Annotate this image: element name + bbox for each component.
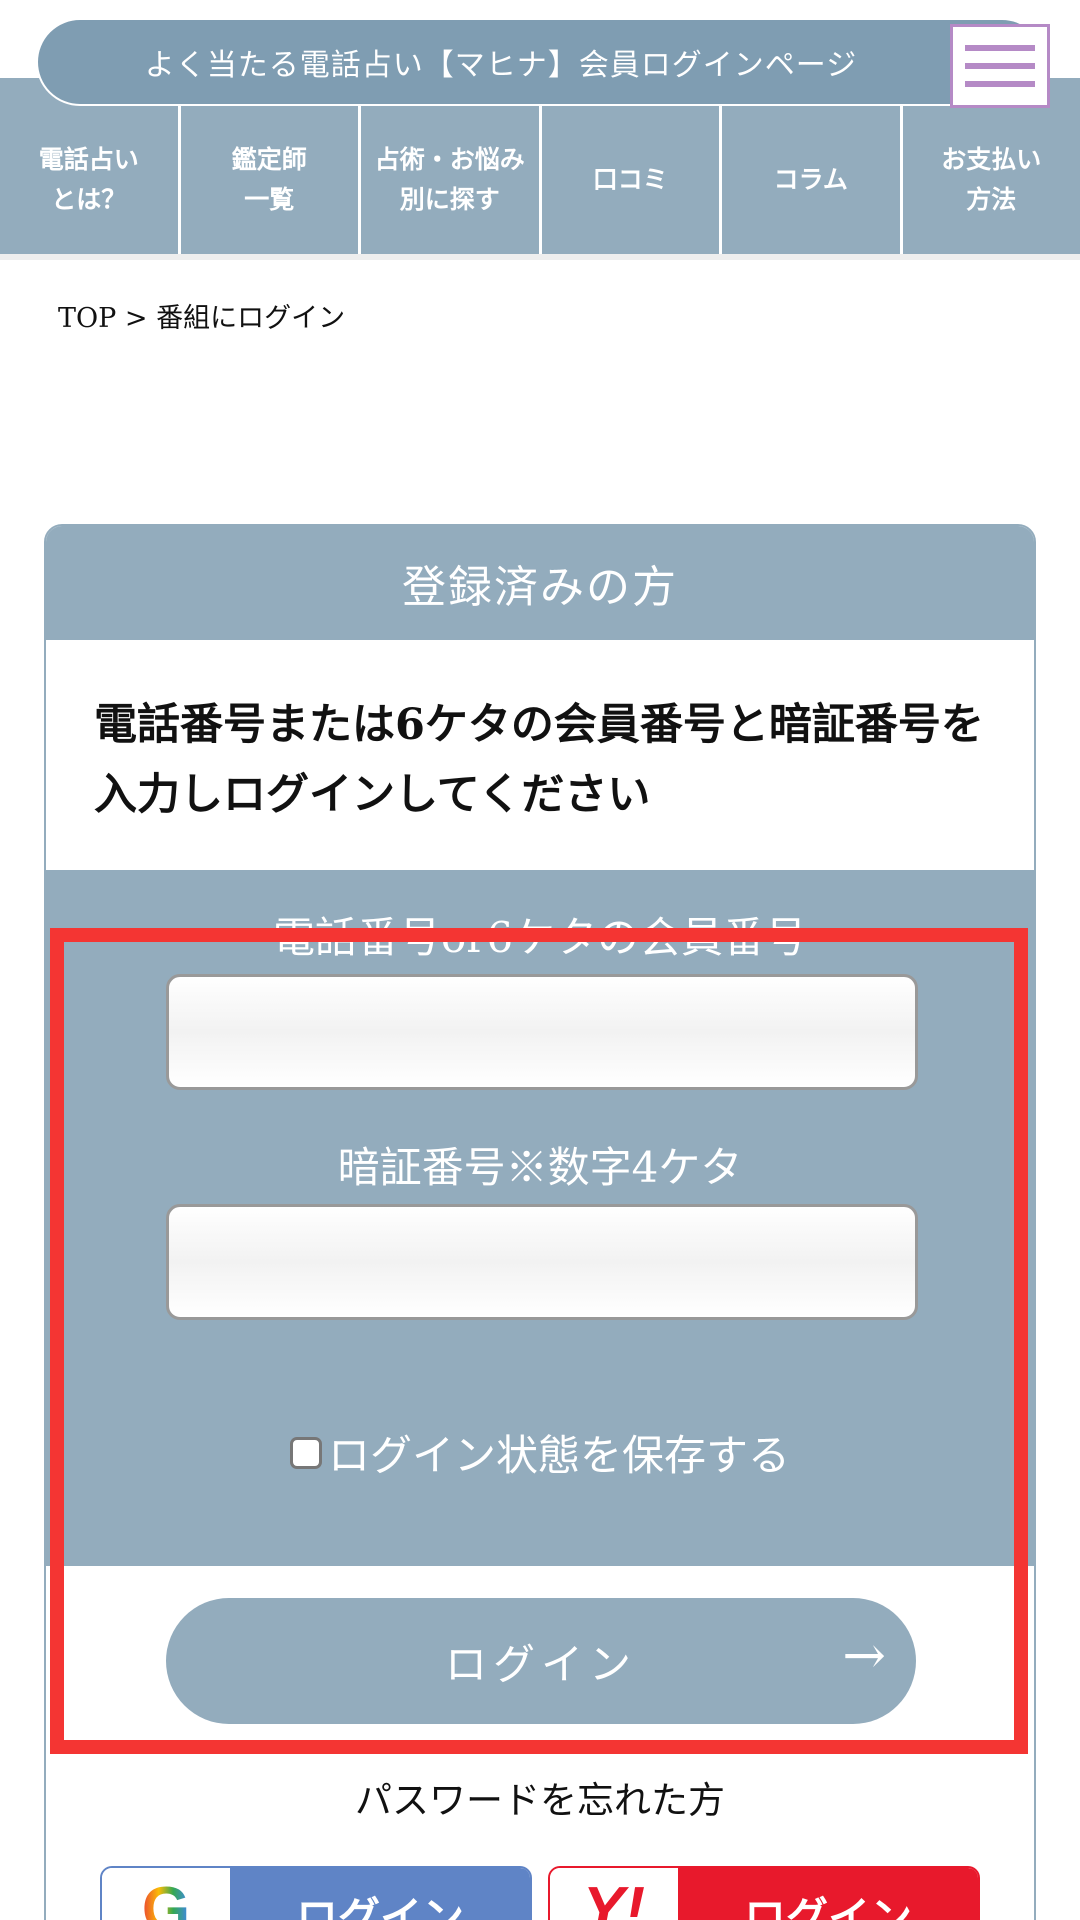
nav-item-readers[interactable]: 鑑定師 一覧 [181, 106, 361, 254]
remember-checkbox[interactable] [289, 1436, 322, 1469]
nav-item-label: 鑑定師 一覧 [231, 145, 307, 214]
nav-item-label: 口コミ [592, 165, 668, 194]
nav-item-label: 電話占い とは？ [38, 145, 139, 214]
arrow-right-icon: → [842, 1626, 886, 1686]
nav-item-search[interactable]: 占術・お悩み 別に探す [361, 106, 542, 254]
hamburger-menu-button[interactable] [950, 24, 1050, 108]
remember-login[interactable]: ログイン状態を保存する [46, 1422, 1034, 1483]
hamburger-icon-line [965, 63, 1035, 69]
login-card: 登録済みの方 電話番号または6ケタの会員番号と暗証番号を入力しログインしてくださ… [44, 524, 1036, 1920]
nav-item-payment[interactable]: お支払い 方法 [903, 106, 1080, 254]
hamburger-icon-line [965, 81, 1035, 87]
breadcrumb[interactable]: TOP > 番組にログイン [58, 296, 345, 335]
yahoo-icon-glyph: Y! [583, 1875, 645, 1920]
nav-item-label: 占術・お悩み 別に探す [374, 145, 525, 214]
login-instruction: 電話番号または6ケタの会員番号と暗証番号を入力しログインしてください [94, 700, 984, 820]
remember-label: ログイン状態を保存する [327, 1431, 790, 1480]
page: よく当たる電話占い【マヒナ】会員ログインページ 電話占い とは？ 鑑定師 一覧 … [0, 0, 1080, 1920]
google-login-button[interactable]: G ログイン [100, 1866, 532, 1920]
login-button[interactable]: ログイン → [166, 1598, 916, 1724]
header-title-text: よく当たる電話占い【マヒナ】会員ログインページ [144, 48, 858, 83]
pin-label: 暗証番号※数字4ケタ [337, 1143, 743, 1192]
google-icon-glyph: G [142, 1874, 190, 1920]
card-title: 登録済みの方 [46, 526, 1034, 640]
yahoo-login-button[interactable]: Y! ログイン [548, 1866, 980, 1920]
yahoo-login-label: ログイン [678, 1868, 978, 1920]
forgot-password-link[interactable]: パスワードを忘れた方 [44, 1770, 1036, 1824]
member-number-input[interactable] [166, 974, 918, 1090]
nav-item-label: お支払い 方法 [941, 145, 1042, 214]
nav-item-about[interactable]: 電話占い とは？ [0, 106, 181, 254]
yahoo-icon: Y! [550, 1868, 678, 1920]
google-icon: G [102, 1868, 230, 1920]
login-form: 電話番号or6ケタの会員番号 暗証番号※数字4ケタ ログイン状態を保存する [46, 870, 1034, 1566]
nav-divider [0, 254, 1080, 260]
main-nav: 電話占い とは？ 鑑定師 一覧 占術・お悩み 別に探す 口コミ コラム お支払い… [0, 106, 1080, 254]
login-button-label: ログイン [444, 1639, 637, 1689]
header-title: よく当たる電話占い【マヒナ】会員ログインページ [36, 18, 1046, 106]
nav-item-reviews[interactable]: 口コミ [542, 106, 722, 254]
nav-item-label: コラム [773, 165, 848, 194]
hamburger-icon [965, 45, 1035, 51]
google-login-label: ログイン [230, 1868, 530, 1920]
nav-item-column[interactable]: コラム [722, 106, 903, 254]
pin-input[interactable] [166, 1204, 918, 1320]
member-number-label: 電話番号or6ケタの会員番号 [272, 913, 808, 962]
